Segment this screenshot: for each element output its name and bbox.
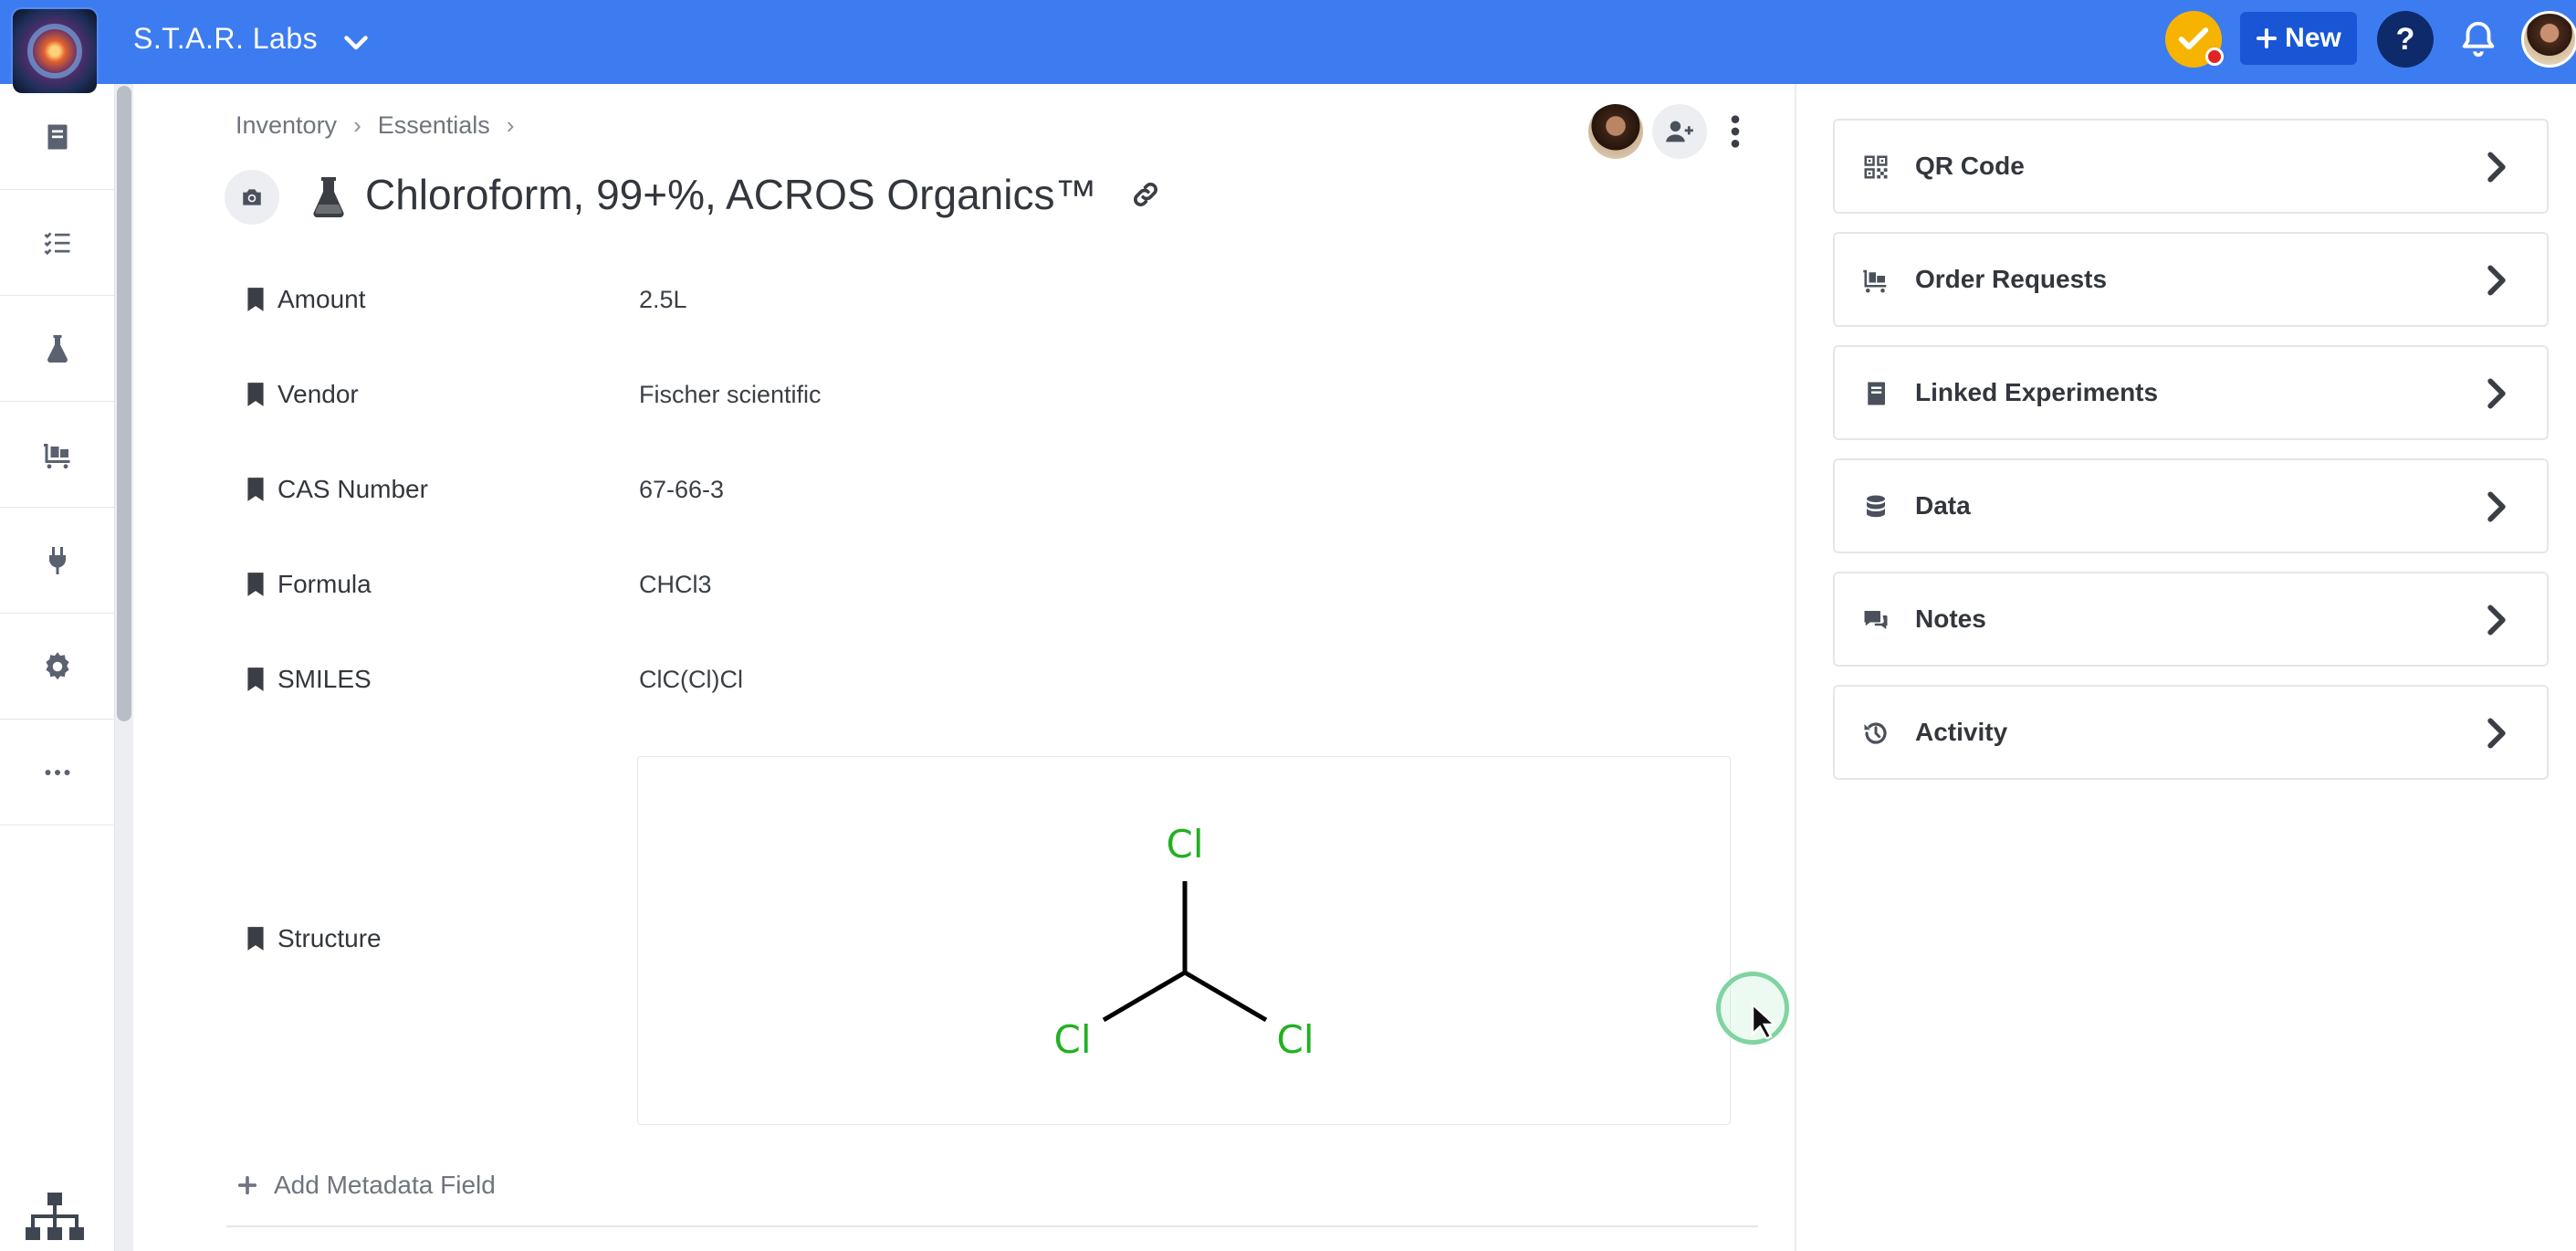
flask-icon: [47, 334, 68, 363]
sidebar-item-orders[interactable]: [0, 402, 115, 508]
atom-top: Cl: [1167, 822, 1204, 867]
metadata-value[interactable]: Fischer scientific: [639, 381, 822, 409]
metadata-value[interactable]: 2.5L: [639, 286, 687, 314]
metadata-label: Vendor: [277, 380, 359, 408]
new-button[interactable]: New: [2240, 12, 2357, 65]
bookmark-icon: [247, 927, 264, 951]
tasks-badge[interactable]: [2165, 11, 2224, 68]
card-label: QR Code: [1915, 152, 2025, 180]
card-label: Notes: [1915, 604, 1986, 633]
bookmark-icon: [247, 383, 264, 406]
breadcrumb-inventory[interactable]: Inventory: [236, 111, 337, 140]
chevron-right-icon: [2487, 491, 2506, 522]
sidebar-item-tasks[interactable]: [0, 190, 115, 296]
org-name[interactable]: S.T.A.R. Labs: [133, 22, 318, 56]
atom-right: Cl: [1277, 1017, 1314, 1062]
metadata-row-formula: Formula CHCl3: [246, 557, 1744, 612]
card-linked-experiments[interactable]: Linked Experiments: [1833, 345, 2549, 440]
bell-icon[interactable]: [2457, 18, 2499, 60]
chevron-right-icon: ›: [353, 111, 361, 139]
card-label: Linked Experiments: [1915, 378, 2159, 406]
history-icon: [1864, 722, 1887, 744]
card-order-requests[interactable]: Order Requests: [1833, 232, 2549, 327]
metadata-row-amount: Amount 2.5L: [246, 272, 1744, 327]
cart-icon: [44, 443, 70, 468]
sidebar: [0, 84, 115, 1251]
metadata-label: Structure: [277, 924, 382, 952]
chevron-right-icon: [2487, 604, 2506, 636]
metadata-value[interactable]: ClC(Cl)Cl: [639, 666, 743, 694]
chevron-right-icon: [2487, 718, 2506, 749]
scrollbar-thumb[interactable]: [117, 86, 131, 721]
metadata-label: Amount: [277, 285, 366, 313]
breadcrumb-essentials[interactable]: Essentials: [378, 111, 490, 140]
notebook-icon: [47, 124, 68, 149]
owner-avatar[interactable]: [1588, 104, 1643, 159]
chevron-right-icon: [2487, 378, 2506, 409]
bookmark-icon: [247, 573, 264, 596]
sidebar-item-integrations[interactable]: [0, 508, 115, 614]
chevron-right-icon: [2487, 265, 2506, 296]
divider: [226, 1225, 1758, 1227]
bookmark-icon: [247, 288, 264, 311]
user-avatar[interactable]: [2521, 11, 2576, 68]
app-logo[interactable]: [13, 9, 97, 93]
card-label: Activity: [1915, 718, 2008, 746]
chevron-down-icon[interactable]: [340, 26, 372, 58]
bookmark-icon: [247, 668, 264, 691]
chevron-right-icon: ›: [506, 111, 515, 139]
flask-icon: [313, 177, 344, 218]
add-user-button[interactable]: [1652, 104, 1707, 159]
card-data[interactable]: Data: [1833, 458, 2549, 553]
more-icon: [45, 769, 70, 775]
book-icon: [1868, 382, 1885, 405]
database-icon: [1867, 495, 1885, 518]
qrcode-icon: [1864, 155, 1888, 179]
sitemap-icon[interactable]: [26, 1193, 84, 1244]
metadata-row-smiles: SMILES ClC(Cl)Cl: [246, 652, 1744, 707]
bookmark-icon: [247, 478, 264, 501]
metadata-row-cas-number: CAS Number 67-66-3: [246, 462, 1744, 517]
notification-dot: [2205, 47, 2224, 66]
camera-icon: [243, 189, 261, 205]
add-metadata-field-button[interactable]: Add Metadata Field: [237, 1171, 496, 1200]
kebab-menu-icon[interactable]: [1722, 113, 1749, 150]
camera-button[interactable]: [225, 170, 279, 225]
page-title: Chloroform, 99+%, ACROS Organics™: [365, 171, 1097, 218]
help-button[interactable]: ?: [2377, 11, 2434, 68]
link-icon[interactable]: [1130, 179, 1161, 210]
cart-icon: [1863, 269, 1887, 293]
metadata-label: SMILES: [277, 665, 372, 693]
plug-icon: [48, 546, 67, 574]
chevron-right-icon: [2487, 152, 2506, 183]
plus-icon: [237, 1175, 257, 1195]
structure-viewer[interactable]: Cl Cl Cl: [637, 756, 1731, 1125]
cursor-icon: [1751, 1003, 1778, 1039]
card-notes[interactable]: Notes: [1833, 572, 2549, 667]
metadata-label: CAS Number: [277, 475, 428, 503]
metadata-value[interactable]: CHCl3: [639, 571, 712, 599]
plus-icon: [2257, 28, 2278, 48]
breadcrumb: Inventory › Essentials ›: [236, 111, 514, 140]
add-metadata-label: Add Metadata Field: [274, 1171, 496, 1199]
sidebar-item-more[interactable]: [0, 720, 115, 825]
metadata-label: Formula: [277, 570, 372, 598]
card-label: Data: [1915, 491, 1971, 520]
chloroform-structure: Cl Cl Cl: [1054, 822, 1314, 1062]
sidebar-item-settings[interactable]: [0, 614, 115, 720]
atom-left: Cl: [1054, 1017, 1092, 1062]
user-plus-icon: [1666, 121, 1693, 142]
metadata-row-vendor: Vendor Fischer scientific: [246, 367, 1744, 422]
tasks-icon: [44, 232, 70, 255]
gear-icon: [46, 651, 69, 679]
card-label: Order Requests: [1915, 265, 2108, 293]
card-activity[interactable]: Activity: [1833, 685, 2549, 780]
metadata-row-structure: Structure: [246, 911, 639, 966]
metadata-value[interactable]: 67-66-3: [639, 476, 724, 504]
new-button-label: New: [2285, 23, 2341, 53]
sidebar-item-inventory[interactable]: [0, 296, 115, 402]
card-qr-code[interactable]: QR Code: [1833, 119, 2549, 214]
sidebar-item-notebook[interactable]: [0, 84, 115, 190]
comments-icon: [1864, 611, 1888, 629]
